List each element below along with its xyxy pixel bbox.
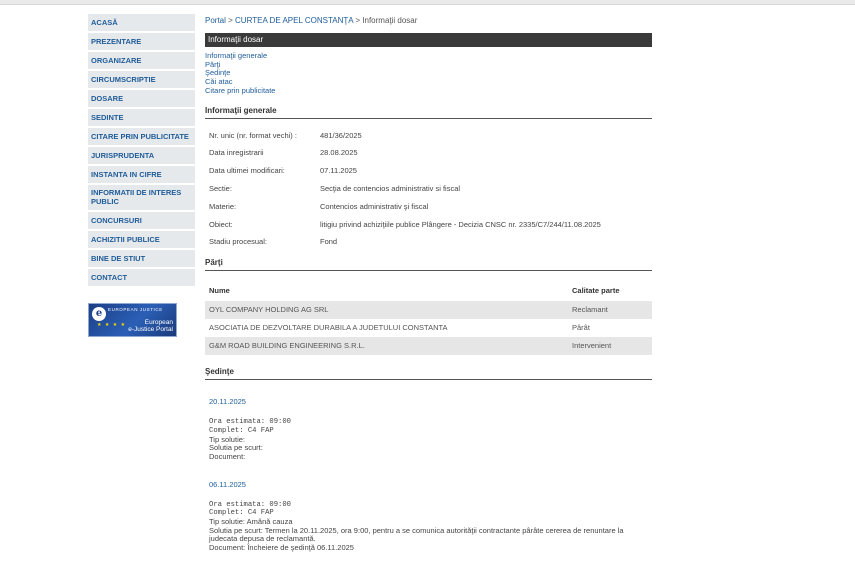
sidebar-item-circumscriptie[interactable]: CIRCUMSCRIPTIE bbox=[88, 71, 195, 88]
sidebar-item-dosare[interactable]: DOSARE bbox=[88, 90, 195, 107]
link-parti[interactable]: Părţi bbox=[205, 60, 652, 70]
main-content: Portal > CURTEA DE APEL CONSTANŢA > Info… bbox=[205, 14, 652, 553]
hearing-time: Ora estimata: 09:00 bbox=[209, 418, 291, 427]
info-row: Nr. unic (nr. format vechi) : 481/36/2025 bbox=[209, 131, 652, 149]
hearing-document-link[interactable]: Document: Încheiere de şedinţă 06.11.202… bbox=[209, 543, 652, 553]
sidebar-item-bine-de-stiut[interactable]: BINE DE STIUT bbox=[88, 250, 195, 267]
party-role: Pârât bbox=[572, 323, 590, 333]
sidebar-item-concursuri[interactable]: CONCURSURI bbox=[88, 212, 195, 229]
ejustice-logo-icon: e bbox=[92, 307, 106, 321]
sidebar-item-achizitii-publice[interactable]: ACHIZITII PUBLICE bbox=[88, 231, 195, 248]
breadcrumb-current: Informaţii dosar bbox=[362, 16, 418, 25]
section-title-informatii-generale: Informaţii generale bbox=[205, 106, 652, 119]
table-header-row: Nume Calitate parte bbox=[205, 284, 652, 301]
info-label: Stadiu procesual: bbox=[209, 237, 267, 247]
info-label: Obiect: bbox=[209, 219, 233, 229]
sidebar-item-sedinte[interactable]: SEDINTE bbox=[88, 109, 195, 126]
table-row: G&M ROAD BUILDING ENGINEERING S.R.L. Int… bbox=[205, 337, 652, 356]
breadcrumb-portal[interactable]: Portal bbox=[205, 16, 226, 25]
info-label: Materie: bbox=[209, 201, 237, 211]
hearing-item: 06.11.2025 Ora estimata: 09:00 Complet: … bbox=[209, 480, 652, 553]
hearing-document: Document: bbox=[209, 451, 246, 461]
info-label: Data inregistrarii bbox=[209, 148, 264, 158]
section-links: Informaţii generale Părţi Şedinţe Căi at… bbox=[205, 51, 652, 96]
info-row: Data inregistrarii 28.08.2025 bbox=[209, 148, 652, 166]
ejustice-caption-line2: e-Justice Portal bbox=[128, 326, 173, 333]
sidebar-item-informatii-interes-public[interactable]: INFORMATII DE INTERES PUBLIC bbox=[88, 185, 195, 210]
info-row: Sectie: Secţia de contencios administrati… bbox=[209, 184, 652, 202]
table-row: OYL COMPANY HOLDING AG SRL Reclamant bbox=[205, 301, 652, 320]
hearing-panel: Complet: C4 FAP bbox=[209, 426, 274, 435]
info-value: 28.08.2025 bbox=[320, 148, 358, 158]
link-citare-publicitate[interactable]: Citare prin publicitate bbox=[205, 86, 652, 96]
link-sedinte[interactable]: Şedinţe bbox=[205, 69, 652, 78]
section-title-parti: Părţi bbox=[205, 258, 652, 272]
eu-stars-icon: ★ ★ ★ ★ bbox=[97, 322, 127, 328]
breadcrumb-separator: > bbox=[353, 16, 363, 25]
ejustice-banner-top-text: EUROPEAN JUSTICE bbox=[108, 307, 163, 312]
sidebar-item-acasa[interactable]: ACASĂ bbox=[88, 14, 195, 31]
column-header-nume: Nume bbox=[209, 286, 230, 296]
info-value: litigiu privind achiziţiile publice Plân… bbox=[320, 219, 601, 229]
sidebar-item-citare[interactable]: CITARE PRIN PUBLICITATE bbox=[88, 128, 195, 145]
info-value: 481/36/2025 bbox=[320, 130, 362, 140]
breadcrumb-separator: > bbox=[225, 16, 236, 25]
party-role: Reclamant bbox=[572, 301, 652, 320]
sidebar-nav: ACASĂ PREZENTARE ORGANIZARE CIRCUMSCRIPT… bbox=[88, 14, 195, 337]
hearing-item: 20.11.2025 Ora estimata: 09:00 Complet: … bbox=[209, 397, 652, 462]
hearing-solution-type: Tip solutie: bbox=[209, 434, 245, 444]
general-info-table: Nr. unic (nr. format vechi) : 481/36/2025… bbox=[209, 131, 652, 256]
party-name: G&M ROAD BUILDING ENGINEERING S.R.L. bbox=[205, 337, 572, 356]
info-value: Fond bbox=[320, 237, 338, 247]
column-header-calitate: Calitate parte bbox=[572, 286, 620, 296]
party-name: OYL COMPANY HOLDING AG SRL bbox=[205, 301, 572, 320]
sidebar-item-organizare[interactable]: ORGANIZARE bbox=[88, 52, 195, 69]
table-row: ASOCIATIA DE DEZVOLTARE DURABILA A JUDET… bbox=[205, 319, 652, 337]
breadcrumb-court[interactable]: CURTEA DE APEL CONSTANŢA bbox=[235, 16, 353, 25]
info-row: Stadiu procesual: Fond bbox=[209, 237, 652, 255]
sidebar-item-instanta-in-cifre[interactable]: INSTANTA IN CIFRE bbox=[88, 166, 195, 183]
party-name: ASOCIATIA DE DEZVOLTARE DURABILA A JUDET… bbox=[209, 323, 448, 333]
browser-top-bar bbox=[0, 0, 855, 5]
hearing-date: 06.11.2025 bbox=[209, 479, 246, 489]
hearing-time: Ora estimata: 09:00 bbox=[209, 500, 291, 509]
ejustice-caption-line1: European bbox=[144, 319, 173, 326]
section-title-sedinte: Şedinţe bbox=[205, 367, 652, 381]
page-title: Informaţii dosar bbox=[205, 33, 652, 47]
hearing-date: 20.11.2025 bbox=[209, 397, 246, 407]
parti-table: Nume Calitate parte OYL COMPANY HOLDING … bbox=[205, 284, 652, 356]
info-row: Materie: Contencios administrativ şi fisc… bbox=[209, 202, 652, 220]
party-role: Intervenient bbox=[572, 337, 652, 356]
sidebar-item-jurisprudenta[interactable]: JURISPRUDENTA bbox=[88, 147, 195, 164]
info-value: 07.11.2025 bbox=[320, 166, 357, 176]
hearing-solution-summary: Solutia pe scurt: bbox=[209, 443, 263, 453]
info-label: Data ultimei modificari: bbox=[209, 166, 285, 176]
sidebar-item-prezentare[interactable]: PREZENTARE bbox=[88, 33, 195, 50]
breadcrumb: Portal > CURTEA DE APEL CONSTANŢA > Info… bbox=[205, 14, 652, 28]
info-value: Secţia de contencios administrativ si fi… bbox=[320, 183, 461, 193]
info-value: Contencios administrativ şi fiscal bbox=[320, 201, 429, 211]
sidebar-item-contact[interactable]: CONTACT bbox=[88, 269, 195, 286]
info-label: Nr. unic (nr. format vechi) : bbox=[209, 130, 297, 140]
info-row: Obiect: litigiu privind achiziţiile publi… bbox=[209, 220, 652, 238]
info-row: Data ultimei modificari: 07.11.2025 bbox=[209, 166, 652, 184]
ejustice-banner[interactable]: e EUROPEAN JUSTICE ★ ★ ★ ★ European e-Ju… bbox=[88, 303, 177, 337]
info-label: Sectie: bbox=[209, 183, 232, 193]
ejustice-banner-caption: European e-Justice Portal bbox=[128, 319, 173, 333]
link-informatii-generale[interactable]: Informaţii generale bbox=[205, 51, 652, 61]
